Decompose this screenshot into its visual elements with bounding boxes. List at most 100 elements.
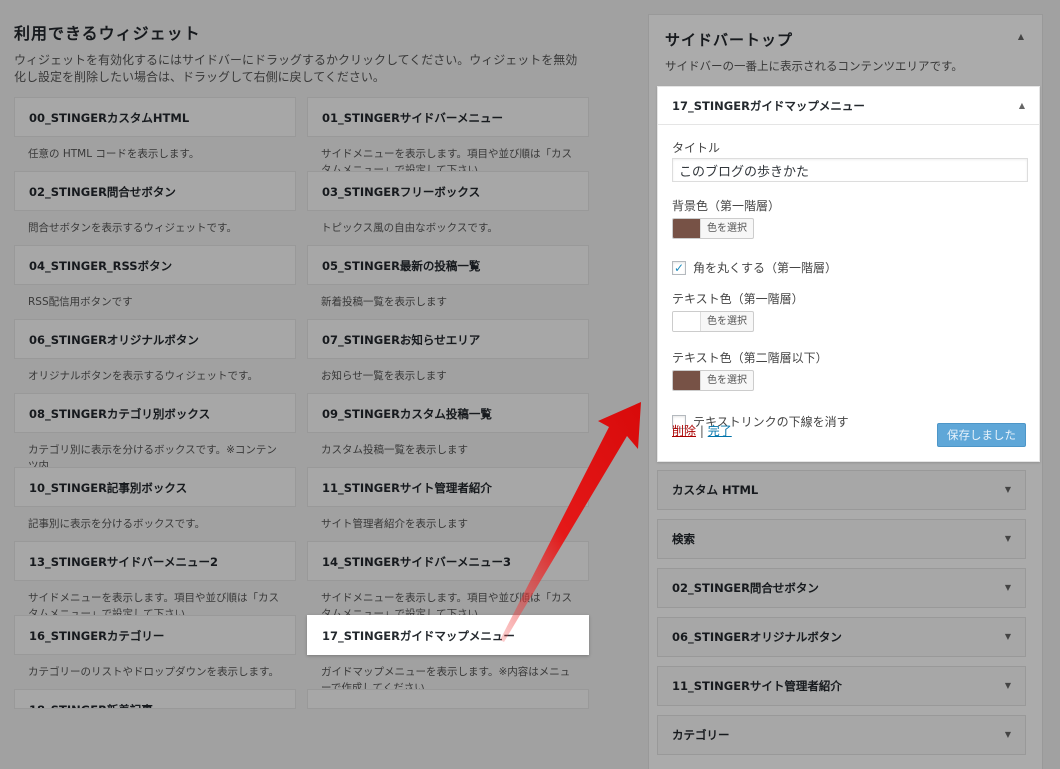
- widget-title[interactable]: 14_STINGERサイドバーメニュー3: [307, 541, 589, 581]
- widget-title[interactable]: 11_STINGERサイト管理者紹介: [307, 467, 589, 507]
- available-widgets-description: ウィジェットを有効化するにはサイドバーにドラッグするかクリックしてください。ウィ…: [14, 53, 578, 84]
- widget-description: 記事別に表示を分けるボックスです。: [28, 518, 206, 530]
- widget-item[interactable]: 04_STINGER_RSSボタン RSS配信用ボタンです: [14, 245, 296, 319]
- widget-title[interactable]: 00_STINGERカスタムHTML: [14, 97, 296, 137]
- widget-description: カスタム投稿一覧を表示します: [321, 444, 468, 456]
- widget-title[interactable]: 02_STINGER問合せボタン: [14, 171, 296, 211]
- color-swatch: [673, 312, 700, 331]
- widget-title[interactable]: 04_STINGER_RSSボタン: [14, 245, 296, 285]
- expanded-widget-header[interactable]: 17_STINGERガイドマップメニュー ▲: [658, 87, 1039, 125]
- widget-column-2: 01_STINGERサイドバーメニュー サイドメニューを表示します。項目や並び順…: [307, 97, 589, 763]
- widget-item[interactable]: 07_STINGERお知らせエリア お知らせ一覧を表示します: [307, 319, 589, 393]
- widget-description: 任意の HTML コードを表示します。: [28, 148, 200, 160]
- widget-item[interactable]: 09_STINGERカスタム投稿一覧 カスタム投稿一覧を表示します: [307, 393, 589, 467]
- widget-item[interactable]: 08_STINGERカテゴリ別ボックス カテゴリ別に表示を分けるボックスです。※…: [14, 393, 296, 472]
- expand-down-icon[interactable]: ▼: [1005, 716, 1011, 754]
- widget-item[interactable]: 10_STINGER記事別ボックス 記事別に表示を分けるボックスです。: [14, 467, 296, 541]
- sidebar-widget-custom-html[interactable]: カスタム HTML ▼: [657, 470, 1026, 510]
- sidebar-description: サイドバーの一番上に表示されるコンテンツエリアです。: [665, 59, 963, 73]
- widget-column-1: 00_STINGERカスタムHTML 任意の HTML コードを表示します。 0…: [14, 97, 296, 763]
- widget-title[interactable]: 17_STINGERガイドマップメニュー: [307, 615, 589, 655]
- sidebar-widget-contact-button[interactable]: 02_STINGER問合せボタン ▼: [657, 568, 1026, 608]
- text-color2-label: テキスト色（第二階層以下）: [672, 351, 828, 365]
- sidebar-widget-title: 02_STINGER問合せボタン: [672, 581, 819, 595]
- widget-description: トピックス風の自由なボックスです。: [321, 222, 498, 234]
- round-corners-checkbox[interactable]: ✓: [672, 260, 686, 275]
- select-color-label: 色を選択: [700, 371, 753, 390]
- text-color1-picker-button[interactable]: 色を選択: [672, 311, 754, 332]
- sidebar-widget-title: 検索: [672, 532, 695, 546]
- expanded-widget-title: 17_STINGERガイドマップメニュー: [672, 99, 865, 113]
- widget-item[interactable]: 13_STINGERサイドバーメニュー2 サイドメニューを表示します。項目や並び…: [14, 541, 296, 620]
- widget-item[interactable]: 16_STINGERカテゴリー カテゴリーのリストやドロップダウンを表示します。: [14, 615, 296, 689]
- select-color-label: 色を選択: [700, 312, 753, 331]
- expand-down-icon[interactable]: ▼: [1005, 667, 1011, 705]
- widget-title[interactable]: 05_STINGER最新の投稿一覧: [307, 245, 589, 285]
- bg-color-picker-button[interactable]: 色を選択: [672, 218, 754, 239]
- widget-item[interactable]: [307, 689, 589, 763]
- widget-description: お知らせ一覧を表示します: [321, 370, 447, 382]
- sidebar-widget-search[interactable]: 検索 ▼: [657, 519, 1026, 559]
- title-field-label: タイトル: [672, 141, 721, 155]
- sidebar-header[interactable]: サイドバートップ サイドバーの一番上に表示されるコンテンツエリアです。 ▲: [649, 15, 1042, 74]
- widget-title[interactable]: 10_STINGER記事別ボックス: [14, 467, 296, 507]
- sidebar-widget-title: 11_STINGERサイト管理者紹介: [672, 679, 842, 693]
- widget-title[interactable]: 06_STINGERオリジナルボタン: [14, 319, 296, 359]
- bg-color-label: 背景色（第一階層）: [672, 199, 781, 213]
- collapse-up-icon[interactable]: ▲: [1018, 32, 1024, 41]
- title-input[interactable]: [672, 158, 1028, 182]
- widget-title[interactable]: 08_STINGERカテゴリ別ボックス: [14, 393, 296, 433]
- save-button[interactable]: 保存しました: [937, 423, 1026, 447]
- widget-description: カテゴリーのリストやドロップダウンを表示します。: [28, 666, 279, 678]
- expand-down-icon[interactable]: ▼: [1005, 520, 1011, 558]
- select-color-label: 色を選択: [700, 219, 753, 238]
- widget-title[interactable]: 18_STINGER新着記事: [14, 689, 296, 709]
- widget-item[interactable]: 02_STINGER問合せボタン 問合せボタンを表示するウィジェットです。: [14, 171, 296, 245]
- widget-item[interactable]: 11_STINGERサイト管理者紹介 サイト管理者紹介を表示します: [307, 467, 589, 541]
- widget-title[interactable]: 09_STINGERカスタム投稿一覧: [307, 393, 589, 433]
- sidebar-widget-category[interactable]: カテゴリー ▼: [657, 715, 1026, 755]
- widget-item[interactable]: 01_STINGERサイドバーメニュー サイドメニューを表示します。項目や並び順…: [307, 97, 589, 176]
- sidebar-widget-title: 06_STINGERオリジナルボタン: [672, 630, 842, 644]
- widget-title[interactable]: 16_STINGERカテゴリー: [14, 615, 296, 655]
- widget-description: 問合せボタンを表示するウィジェットです。: [28, 222, 237, 234]
- widget-title[interactable]: 13_STINGERサイドバーメニュー2: [14, 541, 296, 581]
- expand-down-icon[interactable]: ▼: [1005, 618, 1011, 656]
- sidebar-widget-title: カテゴリー: [672, 728, 730, 742]
- expanded-widget-guidemap: 17_STINGERガイドマップメニュー ▲ タイトル 背景色（第一階層） 色を…: [657, 86, 1040, 462]
- widget-title[interactable]: 07_STINGERお知らせエリア: [307, 319, 589, 359]
- widget-item[interactable]: 05_STINGER最新の投稿一覧 新着投稿一覧を表示します: [307, 245, 589, 319]
- widget-title[interactable]: [307, 689, 589, 709]
- widget-item-guidemap-highlighted[interactable]: 17_STINGERガイドマップメニュー ガイドマップメニューを表示します。※内…: [307, 615, 589, 694]
- sidebar-widget-admin-intro[interactable]: 11_STINGERサイト管理者紹介 ▼: [657, 666, 1026, 706]
- round-corners-label: 角を丸くする（第一階層）: [693, 261, 838, 275]
- widget-title[interactable]: 03_STINGERフリーボックス: [307, 171, 589, 211]
- widget-form: タイトル 背景色（第一階層） 色を選択 ✓ 角を丸くする（第一階層） テキスト色…: [658, 125, 1039, 430]
- widget-description: サイト管理者紹介を表示します: [321, 518, 468, 530]
- link-separator: |: [699, 424, 704, 438]
- collapse-up-icon[interactable]: ▲: [1019, 87, 1025, 125]
- expand-down-icon[interactable]: ▼: [1005, 569, 1011, 607]
- widget-description: オリジナルボタンを表示するウィジェットです。: [28, 370, 258, 382]
- sidebar-widget-original-button[interactable]: 06_STINGERオリジナルボタン ▼: [657, 617, 1026, 657]
- color-swatch: [673, 219, 700, 238]
- widget-item[interactable]: 00_STINGERカスタムHTML 任意の HTML コードを表示します。: [14, 97, 296, 171]
- widget-item[interactable]: 03_STINGERフリーボックス トピックス風の自由なボックスです。: [307, 171, 589, 245]
- widget-description: 新着投稿一覧を表示します: [321, 296, 447, 308]
- expand-down-icon[interactable]: ▼: [1005, 471, 1011, 509]
- widget-item[interactable]: 14_STINGERサイドバーメニュー3 サイドメニューを表示します。項目や並び…: [307, 541, 589, 620]
- delete-link[interactable]: 削除: [672, 424, 696, 438]
- text-color1-label: テキスト色（第一階層）: [672, 292, 804, 306]
- available-widgets-section: 利用できるウィジェット ウィジェットを有効化するにはサイドバーにドラッグするかク…: [14, 20, 594, 86]
- widget-form-footer: 削除 | 完了 保存しました: [672, 423, 1026, 449]
- widget-description: RSS配信用ボタンです: [28, 296, 133, 308]
- widget-item[interactable]: 06_STINGERオリジナルボタン オリジナルボタンを表示するウィジェットです…: [14, 319, 296, 393]
- round-corners-row[interactable]: ✓ 角を丸くする（第一階層）: [672, 259, 1026, 276]
- sidebar-title: サイドバートップ: [665, 31, 794, 49]
- done-link[interactable]: 完了: [708, 424, 732, 438]
- widget-item[interactable]: 18_STINGER新着記事: [14, 689, 296, 763]
- available-widgets-title: 利用できるウィジェット: [14, 24, 201, 43]
- color-swatch: [673, 371, 700, 390]
- widget-title[interactable]: 01_STINGERサイドバーメニュー: [307, 97, 589, 137]
- text-color2-picker-button[interactable]: 色を選択: [672, 370, 754, 391]
